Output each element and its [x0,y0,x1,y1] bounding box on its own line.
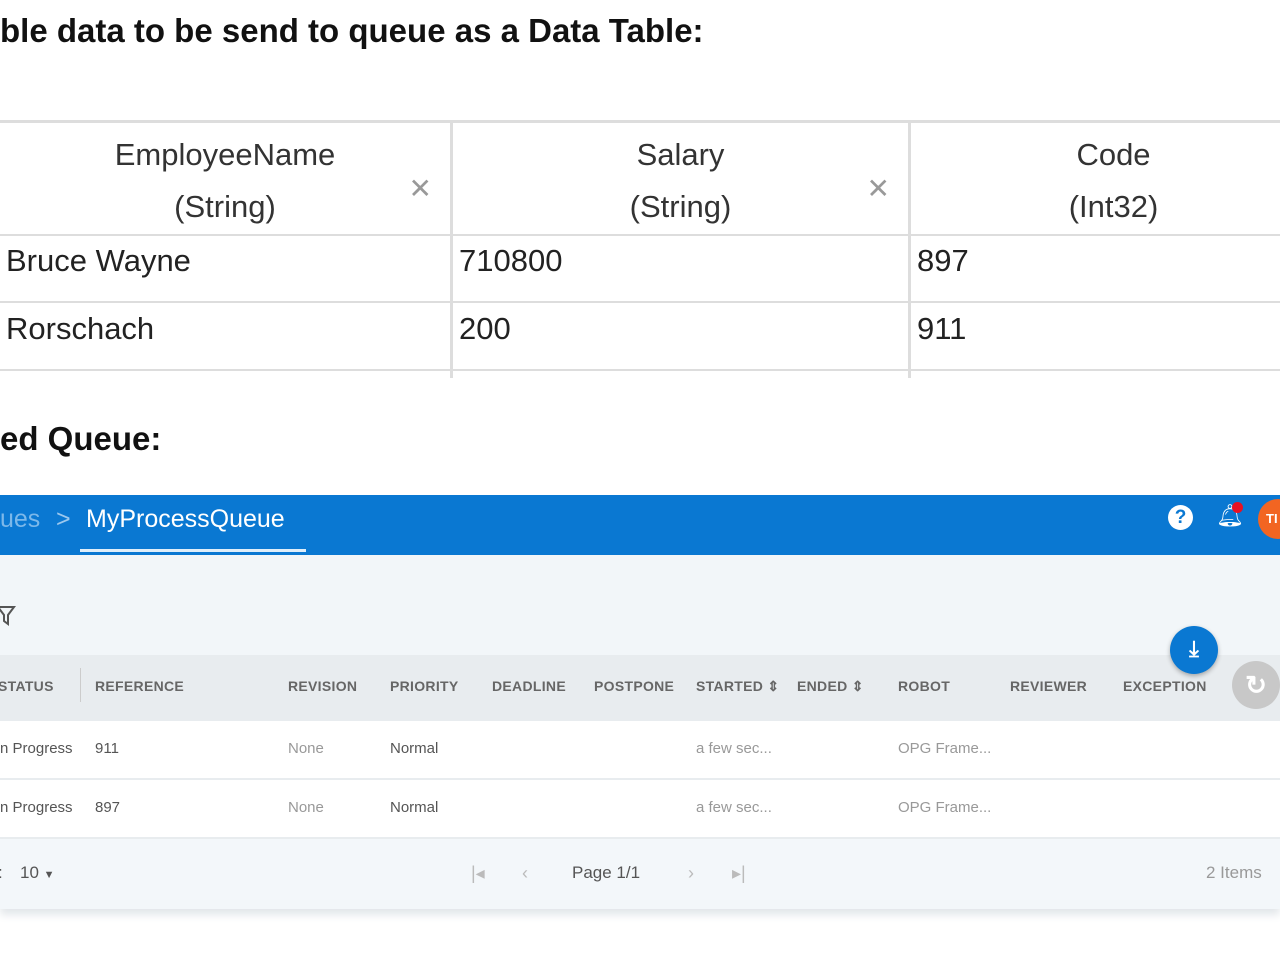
cell-robot: OPG Frame... [898,740,992,757]
download-button[interactable]: ⤓ [1170,626,1218,674]
table-cell[interactable]: Bruce Wayne [6,243,191,279]
breadcrumb-parent[interactable]: ues [0,505,40,534]
refresh-icon: ↻ [1245,670,1267,700]
next-page-icon[interactable]: › [688,863,694,884]
header-exception[interactable]: EXCEPTION [1123,678,1207,694]
table-cell[interactable]: 710800 [459,243,562,279]
notification-badge [1232,502,1243,513]
page-size-label: : [0,863,3,883]
data-table: EmployeeName (String) ✕ Bruce Wayne Rorsch… [0,120,1280,378]
section-heading-queue: ed Queue: [0,420,162,457]
cell-started: a few sec... [696,740,772,757]
table-cell[interactable]: 897 [917,243,969,279]
header-postpone[interactable]: POSTPONE [594,678,674,694]
page-size-select[interactable]: 10 ▼ [20,863,55,883]
column-salary: Salary (String) ✕ 710800 200 [453,123,911,378]
header-robot[interactable]: ROBOT [898,678,950,694]
table-cell[interactable]: Rorschach [6,311,154,347]
header-started[interactable]: STARTED ⇕ [696,678,779,695]
column-header-type: (Int32) [1068,189,1159,224]
section-heading-data-table: ble data to be send to queue as a Data T… [0,12,704,49]
cell-reference: 897 [95,799,121,816]
prev-page-icon[interactable]: ‹ [522,863,528,884]
column-header-type: (String) [174,189,276,224]
page-indicator: Page 1/1 [572,863,641,882]
column-employee-name: EmployeeName (String) ✕ Bruce Wayne Rorsch… [0,123,453,378]
cell-priority: Normal [390,799,439,816]
column-header-name: EmployeeName [114,137,336,172]
cell-priority: Normal [390,740,439,757]
header-deadline[interactable]: DEADLINE [492,678,566,694]
download-icon: ⤓ [1189,636,1199,661]
page-size-value: 10 [20,863,39,882]
cell-robot: OPG Frame... [898,799,992,816]
column-code: Code (Int32) 897 911 [911,123,1280,378]
row-divider [0,369,1280,371]
first-page-icon[interactable]: |◂ [471,863,485,884]
remove-column-icon[interactable]: ✕ [409,163,432,215]
column-header-name: Code [1076,137,1151,172]
header-status[interactable]: STATUS [0,678,54,694]
last-page-icon[interactable]: ▸| [732,863,746,884]
column-divider [80,668,81,702]
table-row[interactable] [0,780,1280,839]
table-cell[interactable]: 200 [459,311,511,347]
active-tab-indicator [80,549,306,552]
cell-status: n Progress [0,799,73,816]
cell-started: a few sec... [696,799,772,816]
breadcrumb-separator: > [56,505,71,533]
help-icon[interactable]: ? [1168,505,1193,530]
remove-column-icon[interactable]: ✕ [867,163,890,215]
header-revision[interactable]: REVISION [288,678,357,694]
column-header-type: (String) [629,189,732,224]
cell-status: n Progress [0,740,73,757]
cell-revision: None [288,740,324,757]
header-reviewer[interactable]: REVIEWER [1010,678,1087,694]
breadcrumb-current[interactable]: MyProcessQueue [86,505,285,534]
row-divider [0,301,1280,303]
toolbar [0,555,1280,655]
column-header-name: Salary [636,137,725,172]
refresh-button[interactable]: ↻ [1232,661,1280,709]
header-reference[interactable]: REFERENCE [95,678,184,694]
item-count: 2 Items [1206,863,1262,882]
table-cell[interactable]: 911 [917,311,966,347]
chevron-down-icon: ▼ [43,869,55,881]
cell-revision: None [288,799,324,816]
filter-icon[interactable] [0,604,16,628]
header-ended[interactable]: ENDED ⇕ [797,678,864,695]
cell-reference: 911 [95,740,119,757]
header-priority[interactable]: PRIORITY [390,678,459,694]
table-row[interactable] [0,721,1280,780]
